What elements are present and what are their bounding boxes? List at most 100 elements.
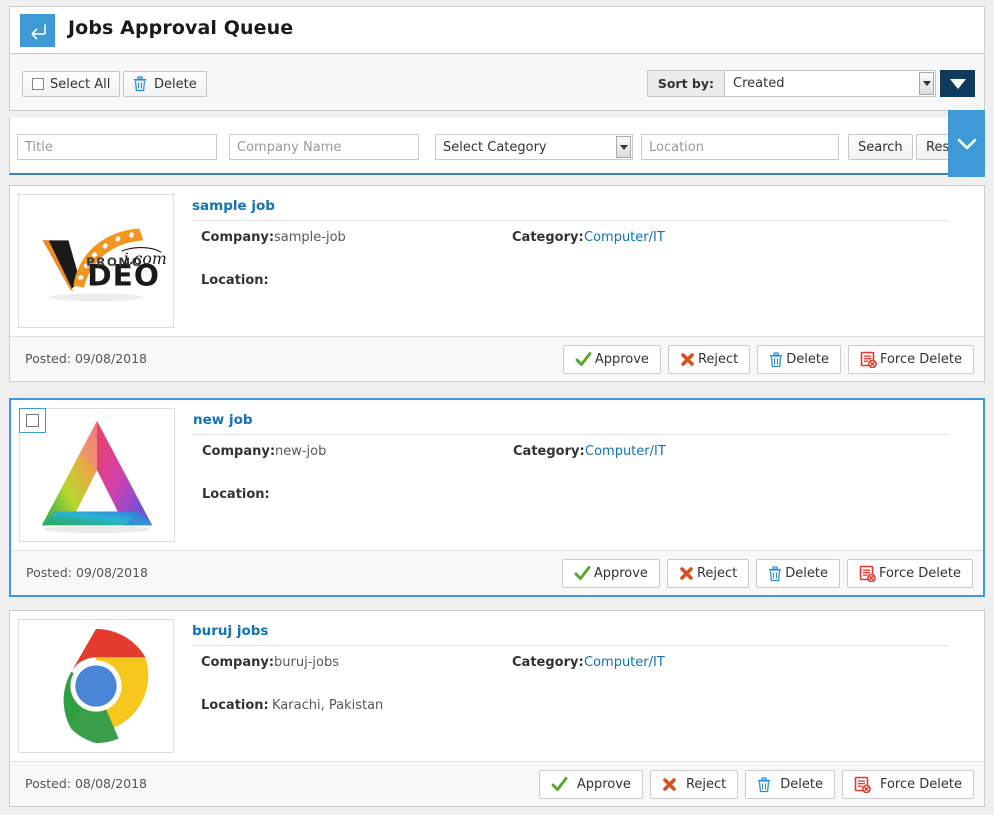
document-delete-icon — [859, 565, 876, 582]
sort-by-select-wrapper[interactable]: Created — [724, 70, 936, 97]
promo-video-logo: DEO PROMO i.com — [19, 195, 173, 327]
check-icon — [551, 777, 568, 791]
reject-button[interactable]: Reject — [666, 559, 750, 588]
job-card[interactable]: buruj jobs Company: buruj-jobs Category:… — [9, 610, 985, 807]
select-all-checkbox-icon — [32, 78, 44, 90]
reject-button[interactable]: Reject — [667, 345, 751, 374]
job-title-link[interactable]: new job — [193, 412, 253, 428]
arrow-left-icon — [30, 24, 46, 40]
filter-bar: Select Category Search Reset — [9, 118, 985, 175]
job-card-footer: Posted: 09/08/2018 Approve Reject Delete… — [10, 336, 984, 381]
category-filter-select[interactable]: Select Category — [435, 134, 633, 160]
category-link[interactable]: Computer/IT — [585, 444, 666, 459]
x-mark-icon — [663, 778, 676, 791]
chrome-logo — [19, 620, 173, 752]
approve-button[interactable]: Approve — [562, 345, 661, 374]
delete-label: Delete — [780, 777, 823, 792]
trash-icon — [134, 76, 146, 92]
job-card-body: DEO PROMO i.com sample job Company: samp… — [10, 186, 984, 336]
select-all-label: Select All — [50, 76, 111, 92]
delete-label: Delete — [786, 352, 829, 367]
page-header: Jobs Approval Queue — [9, 6, 985, 54]
bulk-delete-label: Delete — [154, 76, 197, 92]
delete-button[interactable]: Delete — [757, 345, 841, 374]
chevron-down-icon — [957, 138, 976, 149]
force-delete-label: Force Delete — [879, 352, 962, 367]
job-card-body: buruj jobs Company: buruj-jobs Category:… — [10, 611, 984, 761]
company-label: Company: — [201, 655, 275, 670]
trash-icon — [758, 776, 771, 792]
trash-icon — [770, 351, 783, 367]
approve-button[interactable]: Approve — [538, 770, 643, 799]
search-button[interactable]: Search — [848, 134, 913, 160]
force-delete-label: Force Delete — [879, 777, 962, 792]
reject-button[interactable]: Reject — [649, 770, 739, 799]
category-label: Category: — [512, 230, 584, 245]
job-actions: Approve Reject Delete Force Delete — [561, 559, 973, 588]
location-label: Location: — [201, 273, 269, 288]
force-delete-button[interactable]: Force Delete — [847, 345, 974, 374]
location-filter-input[interactable] — [641, 134, 839, 160]
company-filter-input[interactable] — [229, 134, 419, 160]
approve-button[interactable]: Approve — [561, 559, 660, 588]
job-card-footer: Posted: 08/08/2018 Approve Reject Delete… — [10, 761, 984, 806]
posted-date: Posted: 09/08/2018 — [26, 565, 149, 580]
posted-date: Posted: 08/08/2018 — [25, 776, 148, 791]
company-value: buruj-jobs — [274, 655, 339, 670]
approve-label: Approve — [593, 566, 648, 581]
sort-by-label: Sort by: — [646, 70, 724, 97]
toolbar: Select All Delete Sort by: Created — [9, 55, 985, 111]
force-delete-label: Force Delete — [878, 566, 961, 581]
bulk-delete-button[interactable]: Delete — [123, 71, 207, 97]
job-logo-thumbnail: DEO PROMO i.com — [18, 194, 174, 328]
title-filter-input[interactable] — [17, 134, 217, 160]
company-label: Company: — [201, 230, 275, 245]
job-card[interactable]: DEO PROMO i.com sample job Company: samp… — [9, 185, 985, 382]
sort-by-select[interactable]: Created — [724, 70, 936, 97]
job-title-link[interactable]: buruj jobs — [192, 623, 268, 639]
x-mark-icon — [681, 353, 694, 366]
reject-label: Reject — [697, 352, 739, 367]
title-divider — [192, 645, 948, 646]
document-delete-icon — [860, 351, 877, 368]
job-title-link[interactable]: sample job — [192, 198, 275, 214]
delete-button[interactable]: Delete — [756, 559, 840, 588]
category-link[interactable]: Computer/IT — [584, 655, 665, 670]
panel-collapse-toggle[interactable] — [948, 110, 985, 177]
job-select-checkbox[interactable] — [19, 408, 46, 433]
select-all-button[interactable]: Select All — [22, 71, 121, 97]
document-delete-icon — [854, 776, 871, 793]
location-label: Location: — [201, 698, 269, 713]
trash-icon — [769, 565, 782, 581]
job-logo-thumbnail — [18, 619, 174, 753]
job-actions: Approve Reject Delete Force Delete — [538, 770, 974, 799]
reject-label: Reject — [696, 566, 738, 581]
category-filter-wrapper[interactable]: Select Category — [435, 134, 633, 160]
category-label: Category: — [512, 655, 584, 670]
job-card-footer: Posted: 09/08/2018 Approve Reject Delete… — [11, 550, 983, 595]
job-card[interactable]: new job Company: new-job Category: Compu… — [9, 398, 985, 597]
approve-label: Approve — [576, 777, 631, 792]
company-value: sample-job — [274, 230, 346, 245]
sort-by-group: Sort by: Created — [646, 70, 975, 97]
check-icon — [574, 566, 591, 580]
delete-label: Delete — [785, 566, 828, 581]
title-divider — [192, 220, 948, 221]
job-card-body: new job Company: new-job Category: Compu… — [11, 400, 983, 550]
force-delete-button[interactable]: Force Delete — [846, 559, 973, 588]
company-label: Company: — [202, 444, 276, 459]
location-value: Karachi, Pakistan — [272, 698, 384, 713]
checkbox-icon — [26, 414, 39, 427]
force-delete-button[interactable]: Force Delete — [841, 770, 974, 799]
x-mark-icon — [680, 567, 693, 580]
title-divider — [193, 434, 949, 435]
check-icon — [575, 352, 592, 366]
back-button[interactable] — [20, 14, 55, 47]
company-value: new-job — [275, 444, 327, 459]
sort-direction-button[interactable] — [940, 70, 975, 97]
reject-label: Reject — [685, 777, 727, 792]
posted-date: Posted: 09/08/2018 — [25, 351, 148, 366]
delete-button[interactable]: Delete — [745, 770, 835, 799]
category-link[interactable]: Computer/IT — [584, 230, 665, 245]
approve-label: Approve — [594, 352, 649, 367]
